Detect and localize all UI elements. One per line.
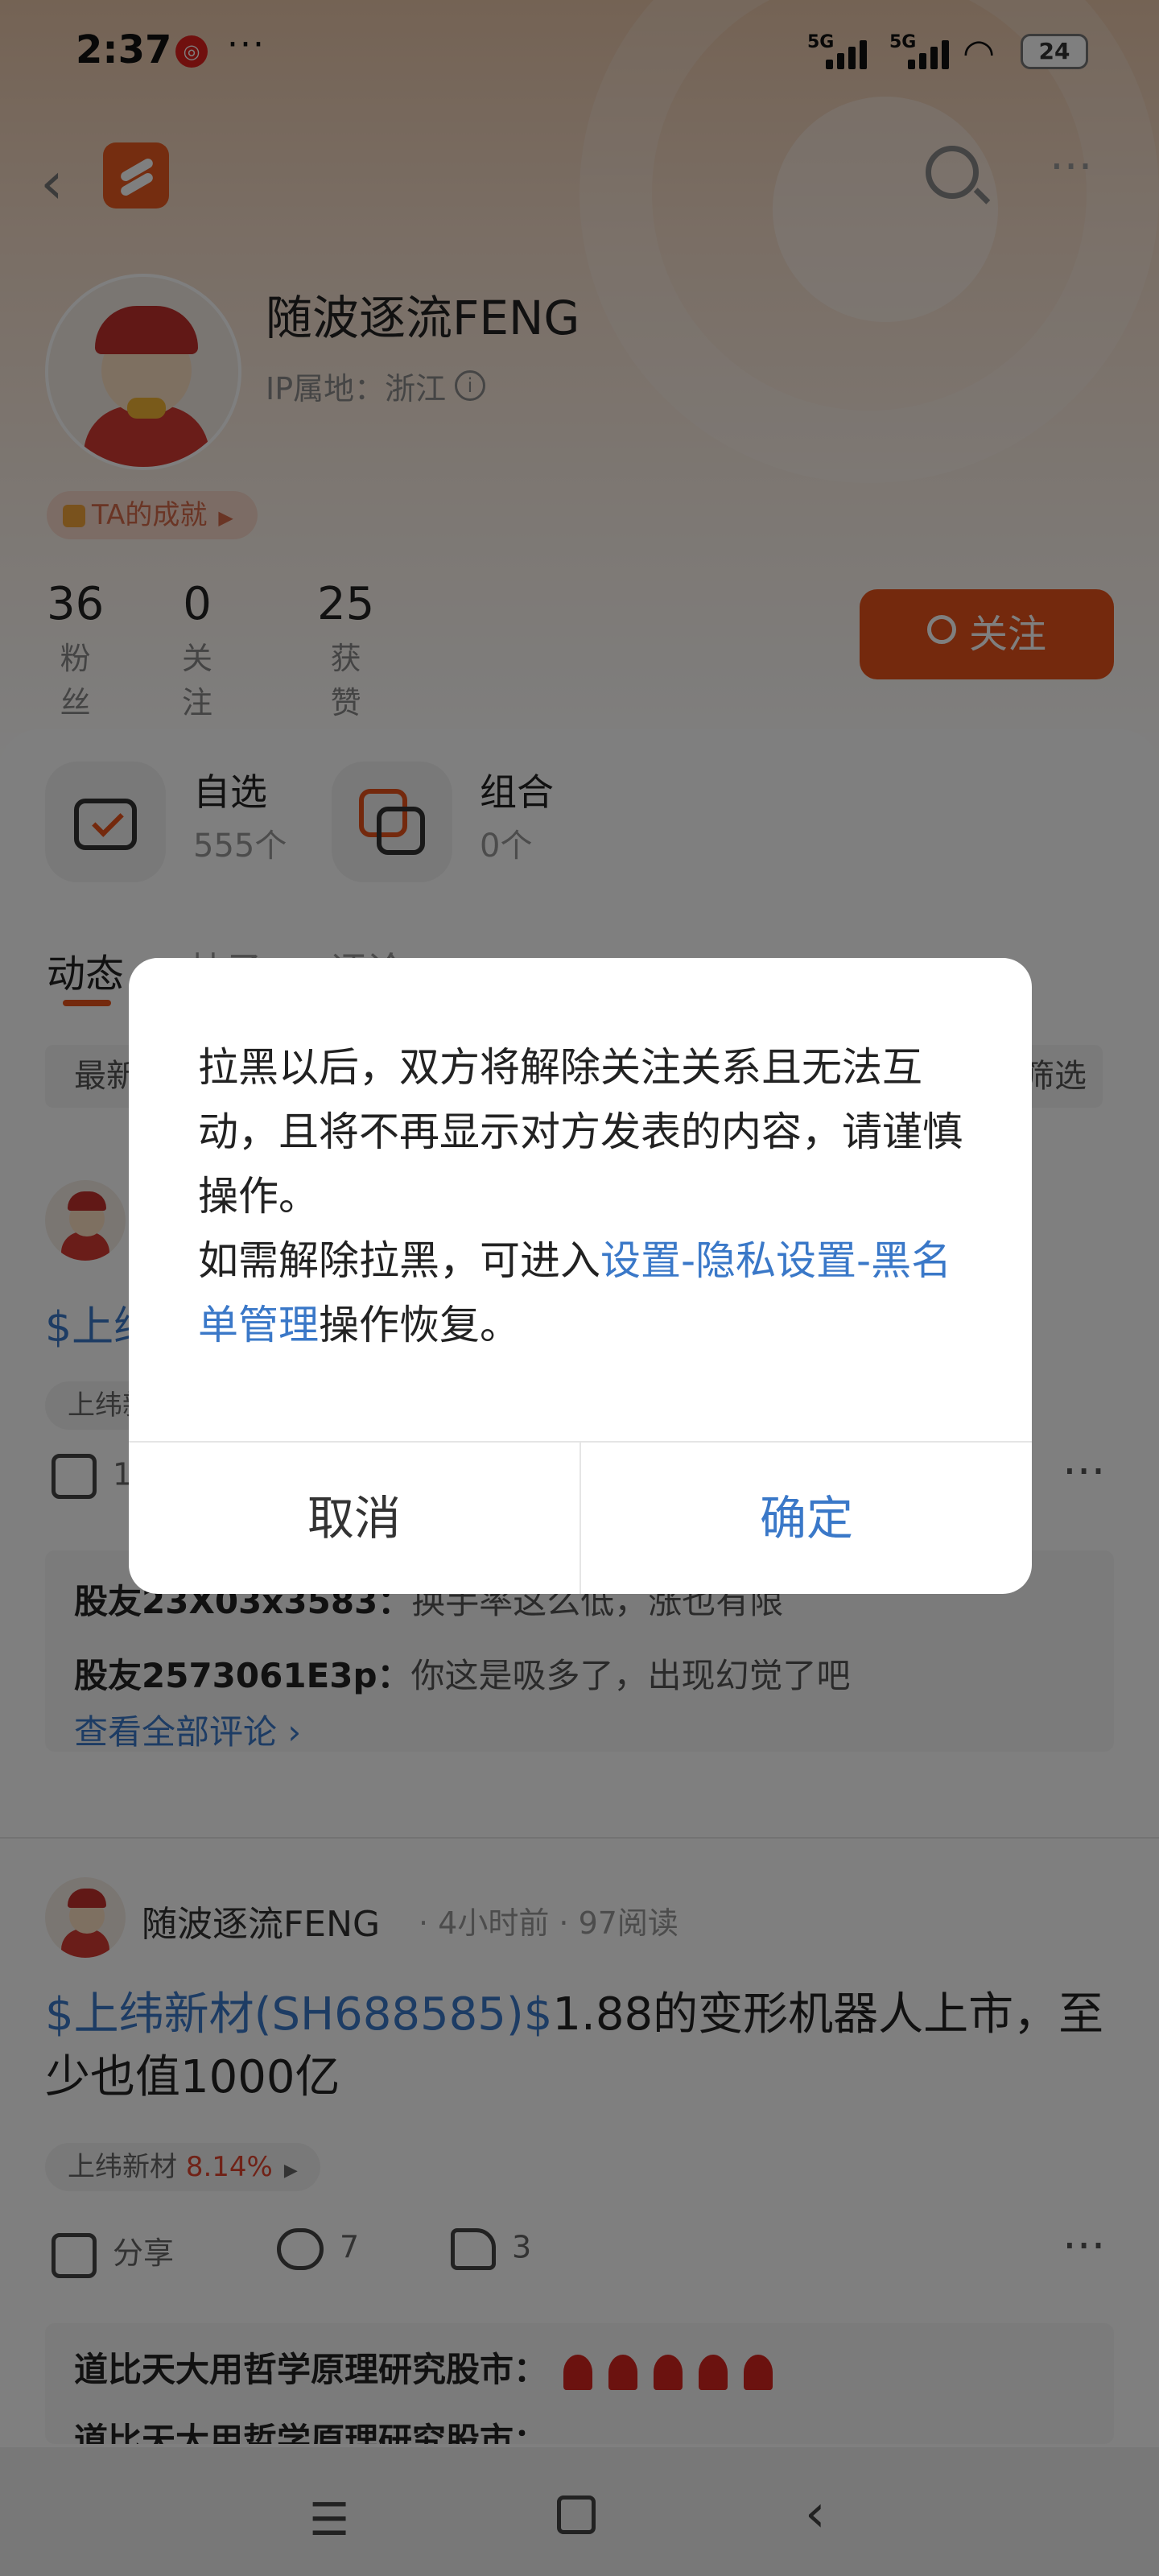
block-confirm-dialog: 拉黑以后，双方将解除关注关系且无法互动，且将不再显示对方发表的内容，请谨慎操作。… xyxy=(129,958,1032,1594)
dialog-message: 拉黑以后，双方将解除关注关系且无法互动，且将不再显示对方发表的内容，请谨慎操作。… xyxy=(198,1035,971,1357)
cancel-button[interactable]: 取消 xyxy=(129,1443,580,1594)
dialog-message-text: 操作恢复。 xyxy=(319,1302,520,1348)
dialog-message-text: 拉黑以后，双方将解除关注关系且无法互动，且将不再显示对方发表的内容，请谨慎操作。 xyxy=(198,1044,963,1220)
profile-page: 2:37 ◎ ··· 5G 5G ◠ 24 ‹ ··· 随波逐流FENG IP属… xyxy=(0,0,1159,2576)
dialog-message-text: 如需解除拉黑，可进入 xyxy=(198,1237,600,1284)
confirm-button[interactable]: 确定 xyxy=(581,1443,1032,1594)
